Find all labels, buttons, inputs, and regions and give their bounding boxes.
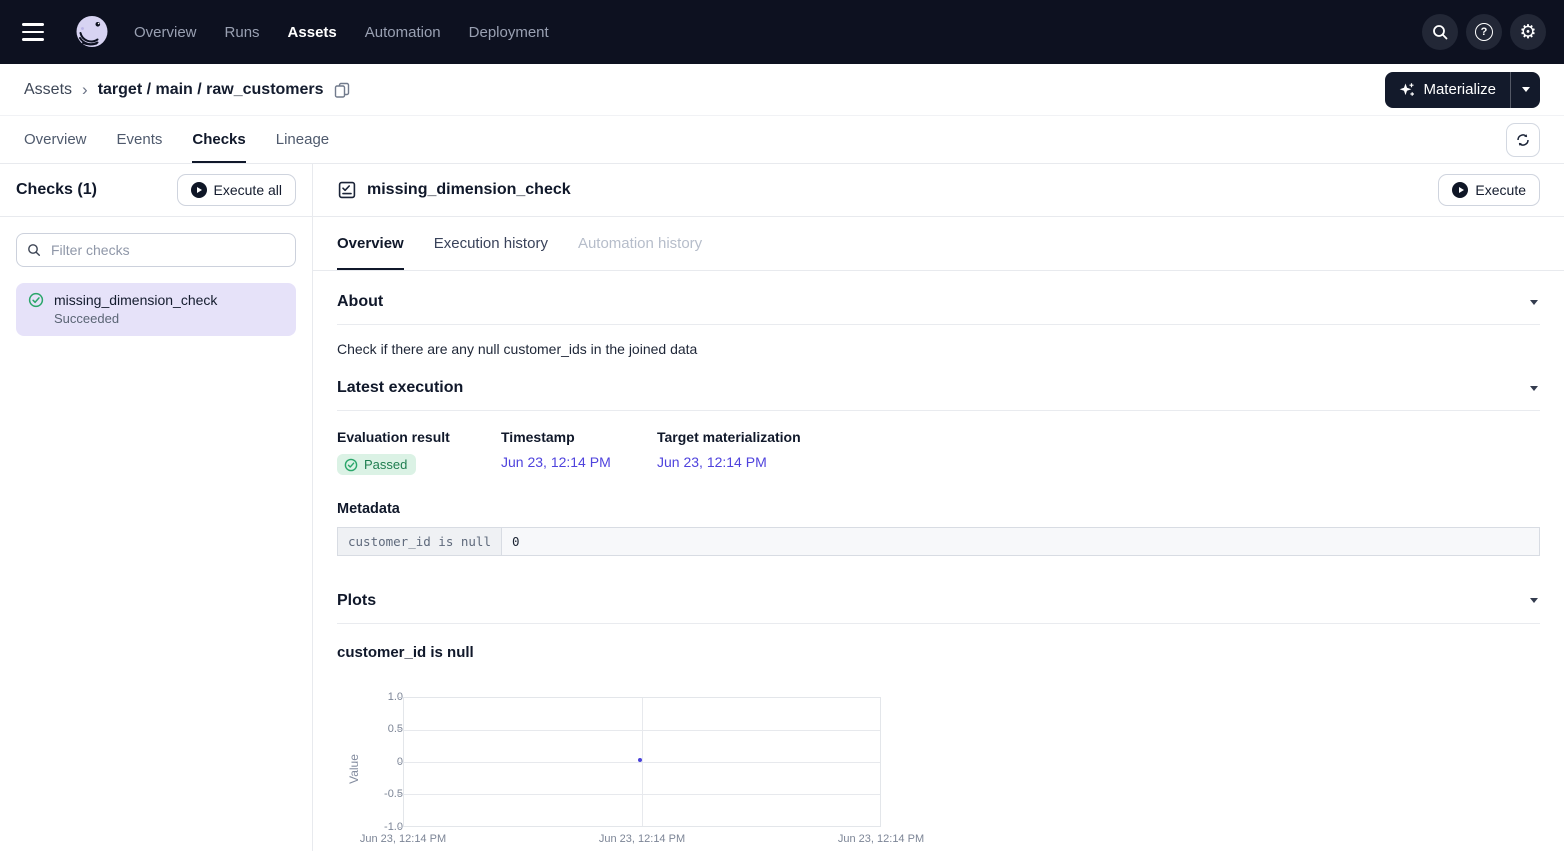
help-icon: ?	[1475, 23, 1493, 41]
settings-button[interactable]: ⚙	[1510, 14, 1546, 50]
about-description: Check if there are any null customer_ids…	[337, 341, 1540, 357]
breadcrumb-assets-link[interactable]: Assets	[24, 81, 72, 99]
latest-execution-table: Evaluation result Timestamp Target mater…	[337, 429, 1540, 477]
execute-all-button[interactable]: Execute all	[177, 174, 296, 206]
x-tick: Jun 23, 12:14 PM	[599, 833, 685, 845]
check-circle-icon	[344, 458, 358, 472]
help-button[interactable]: ?	[1466, 14, 1502, 50]
refresh-icon	[1515, 132, 1531, 148]
primary-nav: Overview Runs Assets Automation Deployme…	[134, 24, 549, 41]
checks-panel-title: Checks (1)	[16, 181, 97, 199]
metadata-table: customer_id is null 0	[337, 527, 1540, 556]
breadcrumb-asset-key: target / main / raw_customers	[98, 81, 324, 99]
check-circle-icon	[28, 292, 44, 308]
execute-button[interactable]: Execute	[1438, 174, 1540, 206]
check-detail-panel: missing_dimension_check Execute Overview…	[313, 164, 1564, 851]
tab-events[interactable]: Events	[117, 116, 163, 163]
latest-execution-heading: Latest execution	[337, 379, 463, 397]
x-tick: Jun 23, 12:14 PM	[360, 833, 446, 845]
metadata-row: customer_id is null 0	[338, 527, 1540, 555]
materialize-dropdown-button[interactable]	[1510, 72, 1540, 108]
play-circle-icon	[191, 182, 207, 198]
tab-check-overview[interactable]: Overview	[337, 217, 404, 270]
search-icon	[27, 243, 41, 257]
top-nav: Overview Runs Assets Automation Deployme…	[0, 0, 1564, 64]
play-circle-icon	[1452, 182, 1468, 198]
plots-section-header: Plots	[337, 570, 1540, 624]
tab-overview[interactable]: Overview	[24, 116, 87, 163]
metadata-value: 0	[502, 527, 1540, 555]
nav-item-overview[interactable]: Overview	[134, 24, 197, 41]
refresh-button[interactable]	[1506, 123, 1540, 157]
search-icon	[1431, 23, 1449, 41]
filter-checks-field	[16, 233, 296, 267]
tab-lineage[interactable]: Lineage	[276, 116, 329, 163]
check-detail-tabs: Overview Execution history Automation hi…	[313, 217, 1564, 271]
about-section-header: About	[337, 271, 1540, 325]
hamburger-menu-icon[interactable]	[22, 16, 54, 48]
materialize-label: Materialize	[1423, 81, 1496, 98]
value-scatter-chart: Value 1.0 0.5 0 -0.5 -1.0 Jun	[337, 687, 917, 851]
col-target-materialization: Target materialization	[657, 429, 1540, 445]
latest-execution-section-header: Latest execution	[337, 357, 1540, 411]
sparkle-icon	[1399, 82, 1415, 98]
data-point[interactable]	[638, 758, 642, 762]
y-axis-label: Value	[347, 754, 361, 784]
asset-check-icon	[337, 180, 357, 200]
metadata-heading: Metadata	[337, 501, 1540, 517]
dagster-logo[interactable]	[72, 12, 112, 52]
collapse-chevron-icon[interactable]	[1530, 386, 1538, 391]
asset-tabs-row: Overview Events Checks Lineage	[0, 116, 1564, 164]
target-materialization-link[interactable]: Jun 23, 12:14 PM	[657, 454, 767, 470]
col-timestamp: Timestamp	[501, 429, 657, 445]
x-tick: Jun 23, 12:14 PM	[838, 833, 924, 845]
nav-item-automation[interactable]: Automation	[365, 24, 441, 41]
materialize-split-button: Materialize	[1385, 72, 1540, 108]
metadata-key: customer_id is null	[338, 527, 502, 555]
plot-area	[403, 697, 881, 827]
check-name: missing_dimension_check	[54, 292, 217, 308]
timestamp-link[interactable]: Jun 23, 12:14 PM	[501, 454, 611, 470]
check-detail-title: missing_dimension_check	[367, 181, 571, 199]
check-status: Succeeded	[54, 311, 284, 326]
check-detail-body: About Check if there are any null custom…	[313, 271, 1564, 851]
col-evaluation-result: Evaluation result	[337, 429, 501, 445]
plots-heading: Plots	[337, 592, 376, 610]
nav-item-runs[interactable]: Runs	[225, 24, 260, 41]
tab-automation-history[interactable]: Automation history	[578, 217, 702, 270]
collapse-chevron-icon[interactable]	[1530, 598, 1538, 603]
breadcrumb-separator: ›	[82, 80, 88, 100]
breadcrumb-row: Assets › target / main / raw_customers M…	[0, 64, 1564, 116]
nav-item-deployment[interactable]: Deployment	[469, 24, 549, 41]
checks-side-panel: Checks (1) Execute all missing_dimension…	[0, 164, 313, 851]
copy-icon[interactable]	[334, 82, 350, 98]
collapse-chevron-icon[interactable]	[1530, 300, 1538, 305]
nav-item-assets[interactable]: Assets	[288, 24, 337, 41]
status-badge: Passed	[337, 454, 416, 475]
plot-title: customer_id is null	[337, 644, 1540, 661]
gear-icon: ⚙	[1519, 23, 1536, 42]
tab-execution-history[interactable]: Execution history	[434, 217, 548, 270]
chevron-down-icon	[1522, 87, 1530, 92]
check-list-item[interactable]: missing_dimension_check Succeeded	[16, 283, 296, 336]
search-button[interactable]	[1422, 14, 1458, 50]
about-heading: About	[337, 293, 383, 311]
tab-checks[interactable]: Checks	[192, 116, 245, 163]
filter-checks-input[interactable]	[49, 241, 285, 259]
materialize-button[interactable]: Materialize	[1385, 72, 1510, 108]
